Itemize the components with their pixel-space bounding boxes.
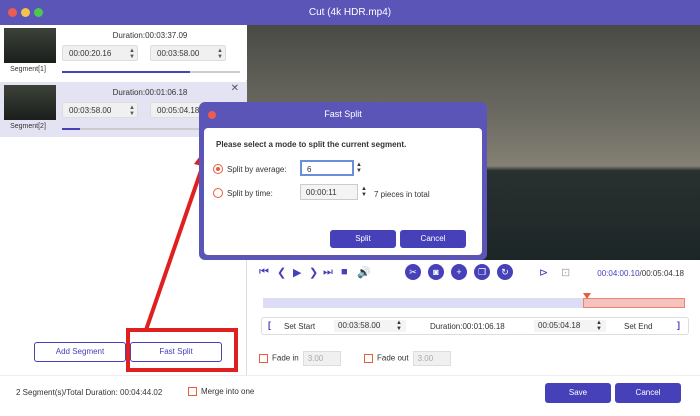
dialog-cancel-button[interactable]: Cancel [400, 230, 466, 248]
set-end-button[interactable]: Set End [624, 322, 652, 331]
split-by-average-radio[interactable] [213, 164, 223, 174]
time-readout: 00:04:00.10/00:05:04.18 [597, 269, 684, 278]
set-start-button[interactable]: Set Start [284, 322, 315, 331]
merge-control[interactable]: Merge into one [188, 387, 255, 397]
stepper-icon[interactable]: ▲▼ [217, 48, 223, 60]
window-title: Cut (4k HDR.mp4) [308, 7, 392, 18]
copy-icon[interactable]: ❐ [474, 264, 490, 280]
fade-in-label: Fade in [272, 353, 299, 363]
split-by-time-label: Split by time: [227, 189, 273, 198]
segment-progress-fill [62, 71, 191, 73]
fade-out-input[interactable]: 3.00 [412, 351, 451, 366]
play-segment-icon[interactable]: ⊳ [539, 266, 548, 279]
segment-thumbnail [4, 28, 56, 63]
fade-in-value: 3.00 [307, 354, 324, 363]
timeline-track[interactable] [263, 293, 685, 308]
end-bracket-icon: ] [677, 320, 680, 330]
fade-out-value: 3.00 [417, 354, 434, 363]
cut-range-bar: [ Set Start 00:03:58.00 ▲ ▼ Duration:00:0… [261, 317, 689, 335]
previous-frame-icon[interactable]: ❮ [277, 266, 286, 279]
split-time-value: 00:00:11 [306, 188, 337, 197]
total-time: /00:05:04.18 [639, 269, 684, 278]
fast-split-dialog: Fast Split Please select a mode to split… [199, 102, 487, 260]
fade-out-checkbox[interactable] [364, 354, 373, 363]
close-icon[interactable]: ✕ [231, 83, 239, 94]
current-time: 00:04:00.10 [597, 269, 640, 278]
segment-start-time-field[interactable]: 00:03:58.00 ▲ ▼ [62, 102, 138, 118]
snapshot-icon[interactable]: ◙ [428, 264, 444, 280]
segment-label: Segment[2] [10, 123, 46, 130]
segment-summary: 2 Segment(s)/Total Duration: 00:04:44.02 [16, 388, 163, 397]
segment-end-time-field[interactable]: 00:03:58.00 ▲ ▼ [150, 45, 226, 61]
dialog-prompt: Please select a mode to split the curren… [216, 140, 407, 149]
reset-icon[interactable]: ↻ [497, 264, 513, 280]
next-frame-icon[interactable]: ❯ [309, 266, 318, 279]
segment-label: Segment[1] [10, 66, 46, 73]
cut-duration: Duration:00:01:06.18 [430, 322, 505, 331]
playhead-marker[interactable] [583, 293, 591, 299]
title-bar: Cut (4k HDR.mp4) [0, 0, 700, 25]
fade-in-checkbox[interactable] [259, 354, 268, 363]
stepper-icon[interactable]: ▲▼ [596, 320, 602, 332]
start-bracket-icon: [ [268, 320, 271, 330]
merge-label: Merge into one [201, 387, 255, 396]
dialog-title: Fast Split [324, 109, 362, 119]
segment-duration: Duration:00:01:06.18 [112, 88, 188, 97]
loop-segment-icon[interactable]: ⊡ [561, 266, 570, 279]
stepper-icon[interactable]: ▲▼ [356, 162, 362, 174]
segment-duration: Duration:00:03:37.09 [112, 31, 188, 40]
split-clip-icon[interactable]: ✂ [405, 264, 421, 280]
fade-out-control[interactable]: Fade out 3.00 [364, 351, 451, 366]
segment-item-1[interactable]: Segment[1] Duration:00:03:37.09 00:00:20… [0, 25, 247, 80]
player-controls: ⏮ ❮ ▶ ❯ ⏭ ■ 🔊 ✂ ◙ + ❐ ↻ ⊳ ⊡ 00:04:00.10/… [247, 260, 700, 375]
volume-icon[interactable]: 🔊 [357, 266, 371, 279]
save-button[interactable]: Save [545, 383, 611, 403]
stepper-icon[interactable]: ▲▼ [361, 186, 367, 198]
fade-out-label: Fade out [377, 353, 409, 363]
add-icon[interactable]: + [451, 264, 467, 280]
footer-bar: 2 Segment(s)/Total Duration: 00:04:44.02… [0, 375, 700, 416]
split-count-value: 6 [307, 165, 312, 174]
split-button[interactable]: Split [330, 230, 396, 248]
pieces-total-text: 7 pieces in total [374, 190, 430, 199]
stepper-icon[interactable]: ▲▼ [129, 105, 135, 117]
fade-in-control[interactable]: Fade in 3.00 [259, 351, 341, 366]
dialog-body: Please select a mode to split the curren… [204, 128, 482, 255]
stepper-icon[interactable]: ▲▼ [396, 320, 402, 332]
split-by-average-label: Split by average: [227, 165, 287, 174]
play-icon[interactable]: ▶ [293, 266, 301, 279]
fade-in-input[interactable]: 3.00 [302, 351, 341, 366]
segment-thumbnail [4, 85, 56, 120]
cancel-button[interactable]: Cancel [615, 383, 681, 403]
stop-icon[interactable]: ■ [341, 266, 348, 278]
annotation-highlight-box [126, 328, 238, 372]
segment-progress-bar [62, 71, 240, 73]
segment-end-value: 00:03:58.00 [157, 49, 200, 58]
skip-to-start-icon[interactable]: ⏮ [259, 266, 269, 279]
segment-start-value: 00:00:20.16 [69, 49, 112, 58]
split-time-input[interactable]: 00:00:11 [300, 184, 358, 200]
split-count-input[interactable]: 6 [300, 160, 354, 176]
timeline-selected-range[interactable] [583, 298, 685, 308]
stepper-icon[interactable]: ▲▼ [129, 48, 135, 60]
split-by-time-radio[interactable] [213, 188, 223, 198]
segment-end-value: 00:05:04.18 [157, 106, 200, 115]
segment-start-value: 00:03:58.00 [69, 106, 112, 115]
segment-progress-fill [62, 128, 80, 130]
skip-to-end-icon[interactable]: ⏭ [323, 266, 333, 279]
cut-end-value: 00:05:04.18 [538, 321, 581, 330]
merge-checkbox[interactable] [188, 387, 197, 397]
segment-start-time-field[interactable]: 00:00:20.16 ▲ ▼ [62, 45, 138, 61]
cut-start-value: 00:03:58.00 [338, 321, 381, 330]
add-segment-button[interactable]: Add Segment [34, 342, 126, 362]
